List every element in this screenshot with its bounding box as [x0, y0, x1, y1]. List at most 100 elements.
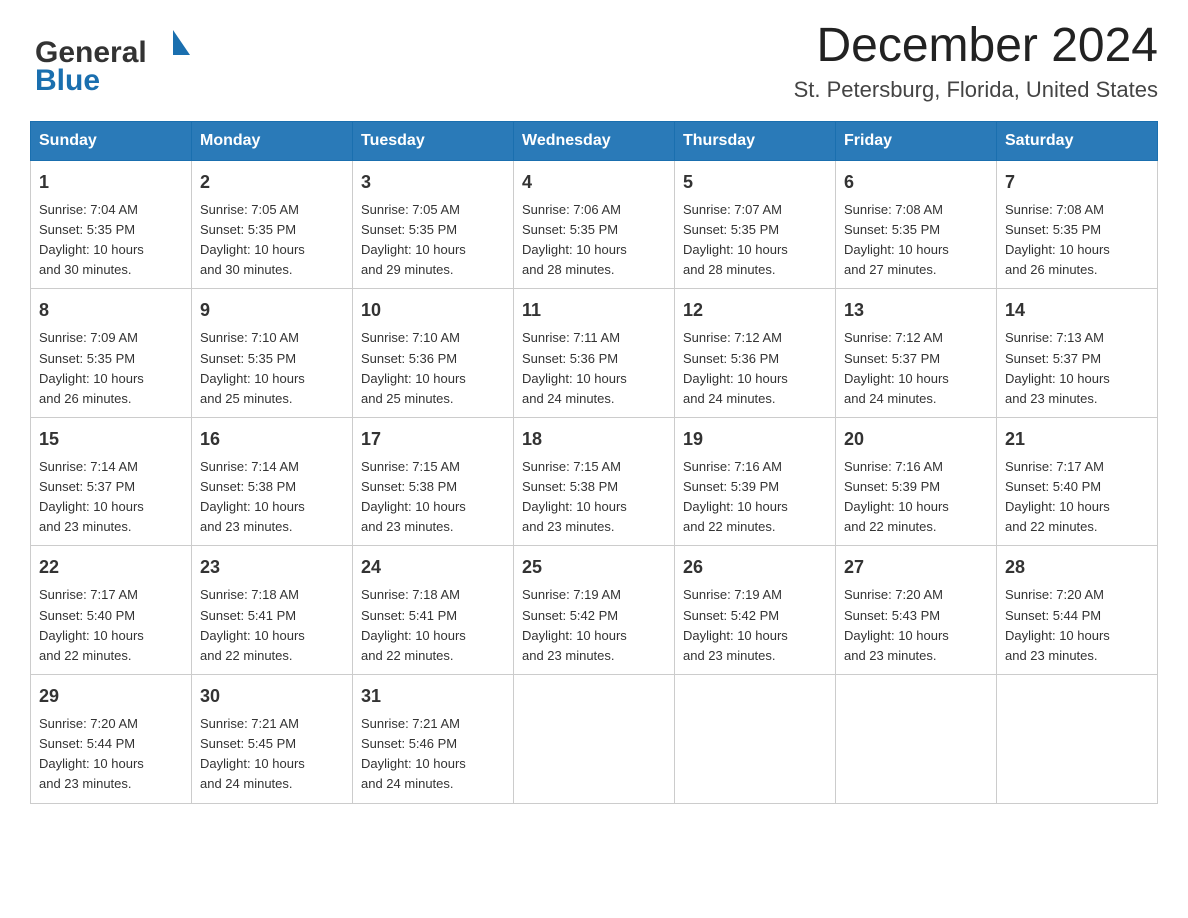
day-number: 16	[200, 426, 344, 453]
day-info: Sunrise: 7:19 AMSunset: 5:42 PMDaylight:…	[522, 585, 666, 666]
day-number: 28	[1005, 554, 1149, 581]
calendar-cell: 24 Sunrise: 7:18 AMSunset: 5:41 PMDayligh…	[353, 546, 514, 675]
logo-svg: General Blue	[30, 20, 190, 95]
day-info: Sunrise: 7:04 AMSunset: 5:35 PMDaylight:…	[39, 200, 183, 281]
day-info: Sunrise: 7:17 AMSunset: 5:40 PMDaylight:…	[39, 585, 183, 666]
page-header: General Blue December 2024 St. Petersbur…	[30, 20, 1158, 103]
day-info: Sunrise: 7:16 AMSunset: 5:39 PMDaylight:…	[844, 457, 988, 538]
day-number: 30	[200, 683, 344, 710]
col-header-tuesday: Tuesday	[353, 121, 514, 160]
calendar-cell: 6 Sunrise: 7:08 AMSunset: 5:35 PMDaylight…	[836, 160, 997, 289]
day-number: 31	[361, 683, 505, 710]
day-info: Sunrise: 7:19 AMSunset: 5:42 PMDaylight:…	[683, 585, 827, 666]
col-header-saturday: Saturday	[997, 121, 1158, 160]
logo: General Blue	[30, 20, 190, 95]
day-info: Sunrise: 7:20 AMSunset: 5:43 PMDaylight:…	[844, 585, 988, 666]
day-info: Sunrise: 7:17 AMSunset: 5:40 PMDaylight:…	[1005, 457, 1149, 538]
day-info: Sunrise: 7:08 AMSunset: 5:35 PMDaylight:…	[1005, 200, 1149, 281]
day-number: 20	[844, 426, 988, 453]
svg-text:Blue: Blue	[35, 64, 100, 95]
calendar-week-row: 29 Sunrise: 7:20 AMSunset: 5:44 PMDayligh…	[31, 675, 1158, 804]
col-header-thursday: Thursday	[675, 121, 836, 160]
calendar-cell: 1 Sunrise: 7:04 AMSunset: 5:35 PMDaylight…	[31, 160, 192, 289]
title-area: December 2024 St. Petersburg, Florida, U…	[794, 20, 1158, 103]
calendar-cell: 10Sunrise: 7:10 AMSunset: 5:36 PMDayligh…	[353, 289, 514, 418]
day-info: Sunrise: 7:20 AMSunset: 5:44 PMDaylight:…	[39, 714, 183, 795]
calendar-cell: 2 Sunrise: 7:05 AMSunset: 5:35 PMDaylight…	[192, 160, 353, 289]
day-info: Sunrise: 7:12 AMSunset: 5:36 PMDaylight:…	[683, 328, 827, 409]
day-info: Sunrise: 7:10 AMSunset: 5:36 PMDaylight:…	[361, 328, 505, 409]
day-number: 27	[844, 554, 988, 581]
calendar-header-row: SundayMondayTuesdayWednesdayThursdayFrid…	[31, 121, 1158, 160]
calendar-cell: 19Sunrise: 7:16 AMSunset: 5:39 PMDayligh…	[675, 417, 836, 546]
day-info: Sunrise: 7:15 AMSunset: 5:38 PMDaylight:…	[522, 457, 666, 538]
calendar-week-row: 8Sunrise: 7:09 AMSunset: 5:35 PMDaylight…	[31, 289, 1158, 418]
col-header-wednesday: Wednesday	[514, 121, 675, 160]
day-number: 12	[683, 297, 827, 324]
day-info: Sunrise: 7:18 AMSunset: 5:41 PMDaylight:…	[200, 585, 344, 666]
calendar-cell: 29 Sunrise: 7:20 AMSunset: 5:44 PMDayligh…	[31, 675, 192, 804]
calendar-cell	[675, 675, 836, 804]
calendar-cell: 15Sunrise: 7:14 AMSunset: 5:37 PMDayligh…	[31, 417, 192, 546]
calendar-cell: 8Sunrise: 7:09 AMSunset: 5:35 PMDaylight…	[31, 289, 192, 418]
day-number: 14	[1005, 297, 1149, 324]
calendar-cell	[514, 675, 675, 804]
day-info: Sunrise: 7:06 AMSunset: 5:35 PMDaylight:…	[522, 200, 666, 281]
day-info: Sunrise: 7:21 AMSunset: 5:46 PMDaylight:…	[361, 714, 505, 795]
day-info: Sunrise: 7:05 AMSunset: 5:35 PMDaylight:…	[361, 200, 505, 281]
col-header-friday: Friday	[836, 121, 997, 160]
calendar-cell: 22 Sunrise: 7:17 AMSunset: 5:40 PMDayligh…	[31, 546, 192, 675]
day-info: Sunrise: 7:08 AMSunset: 5:35 PMDaylight:…	[844, 200, 988, 281]
day-number: 1	[39, 169, 183, 196]
day-number: 9	[200, 297, 344, 324]
calendar-cell	[836, 675, 997, 804]
col-header-sunday: Sunday	[31, 121, 192, 160]
day-info: Sunrise: 7:10 AMSunset: 5:35 PMDaylight:…	[200, 328, 344, 409]
calendar-cell: 21 Sunrise: 7:17 AMSunset: 5:40 PMDayligh…	[997, 417, 1158, 546]
calendar-cell: 26 Sunrise: 7:19 AMSunset: 5:42 PMDayligh…	[675, 546, 836, 675]
day-info: Sunrise: 7:14 AMSunset: 5:38 PMDaylight:…	[200, 457, 344, 538]
day-number: 7	[1005, 169, 1149, 196]
calendar-cell: 18 Sunrise: 7:15 AMSunset: 5:38 PMDayligh…	[514, 417, 675, 546]
day-number: 23	[200, 554, 344, 581]
col-header-monday: Monday	[192, 121, 353, 160]
day-number: 2	[200, 169, 344, 196]
day-number: 29	[39, 683, 183, 710]
day-number: 3	[361, 169, 505, 196]
day-number: 26	[683, 554, 827, 581]
day-number: 25	[522, 554, 666, 581]
day-number: 13	[844, 297, 988, 324]
calendar-cell: 20 Sunrise: 7:16 AMSunset: 5:39 PMDayligh…	[836, 417, 997, 546]
calendar-cell: 12 Sunrise: 7:12 AMSunset: 5:36 PMDayligh…	[675, 289, 836, 418]
calendar-cell: 17Sunrise: 7:15 AMSunset: 5:38 PMDayligh…	[353, 417, 514, 546]
month-title: December 2024	[794, 20, 1158, 73]
day-number: 15	[39, 426, 183, 453]
calendar-week-row: 15Sunrise: 7:14 AMSunset: 5:37 PMDayligh…	[31, 417, 1158, 546]
calendar-cell: 7 Sunrise: 7:08 AMSunset: 5:35 PMDaylight…	[997, 160, 1158, 289]
day-info: Sunrise: 7:21 AMSunset: 5:45 PMDaylight:…	[200, 714, 344, 795]
calendar-cell: 28 Sunrise: 7:20 AMSunset: 5:44 PMDayligh…	[997, 546, 1158, 675]
day-number: 5	[683, 169, 827, 196]
day-info: Sunrise: 7:07 AMSunset: 5:35 PMDaylight:…	[683, 200, 827, 281]
day-number: 18	[522, 426, 666, 453]
day-info: Sunrise: 7:20 AMSunset: 5:44 PMDaylight:…	[1005, 585, 1149, 666]
calendar-table: SundayMondayTuesdayWednesdayThursdayFrid…	[30, 121, 1158, 804]
day-number: 4	[522, 169, 666, 196]
day-info: Sunrise: 7:13 AMSunset: 5:37 PMDaylight:…	[1005, 328, 1149, 409]
day-info: Sunrise: 7:18 AMSunset: 5:41 PMDaylight:…	[361, 585, 505, 666]
day-number: 6	[844, 169, 988, 196]
calendar-cell: 4 Sunrise: 7:06 AMSunset: 5:35 PMDaylight…	[514, 160, 675, 289]
day-info: Sunrise: 7:05 AMSunset: 5:35 PMDaylight:…	[200, 200, 344, 281]
calendar-cell: 9 Sunrise: 7:10 AMSunset: 5:35 PMDaylight…	[192, 289, 353, 418]
day-info: Sunrise: 7:15 AMSunset: 5:38 PMDaylight:…	[361, 457, 505, 538]
calendar-cell: 25 Sunrise: 7:19 AMSunset: 5:42 PMDayligh…	[514, 546, 675, 675]
day-number: 22	[39, 554, 183, 581]
calendar-cell: 5 Sunrise: 7:07 AMSunset: 5:35 PMDaylight…	[675, 160, 836, 289]
day-info: Sunrise: 7:09 AMSunset: 5:35 PMDaylight:…	[39, 328, 183, 409]
calendar-cell: 27 Sunrise: 7:20 AMSunset: 5:43 PMDayligh…	[836, 546, 997, 675]
day-info: Sunrise: 7:16 AMSunset: 5:39 PMDaylight:…	[683, 457, 827, 538]
location-title: St. Petersburg, Florida, United States	[794, 77, 1158, 103]
day-number: 24	[361, 554, 505, 581]
calendar-cell: 11Sunrise: 7:11 AMSunset: 5:36 PMDayligh…	[514, 289, 675, 418]
day-number: 21	[1005, 426, 1149, 453]
